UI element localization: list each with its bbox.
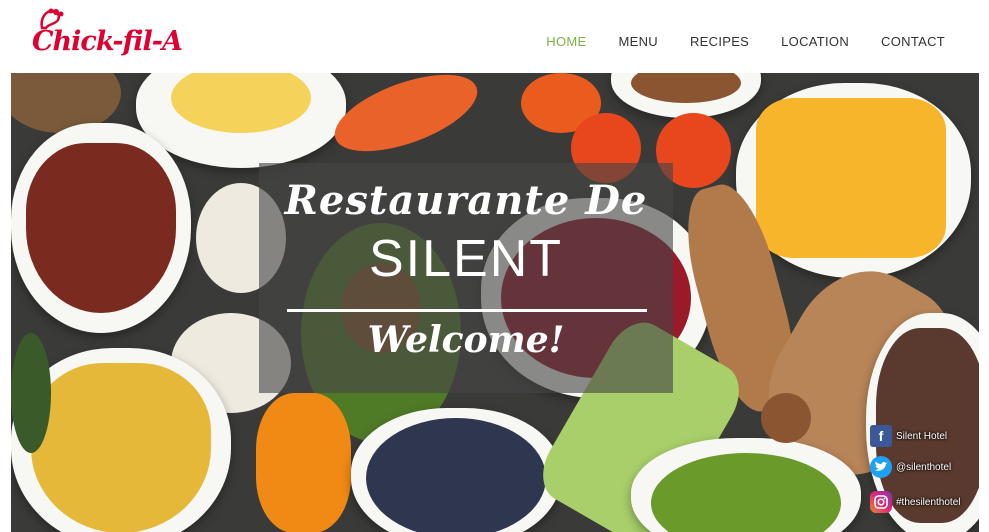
nav-location[interactable]: LOCATION xyxy=(781,34,849,49)
social-instagram-label: #thesilenthotel xyxy=(896,496,961,508)
site-header: Chick-fil-A HOME MENU RECIPES LOCATION C… xyxy=(0,0,989,73)
hero-divider xyxy=(287,309,647,312)
logo-text: Chick-fil-A xyxy=(32,26,183,57)
facebook-icon: f xyxy=(870,425,892,447)
welcome-overlay: Restaurante De SILENT Welcome! xyxy=(259,163,673,393)
twitter-icon xyxy=(870,456,892,478)
social-facebook[interactable]: f Silent Hotel xyxy=(870,424,980,448)
hero-name: SILENT xyxy=(368,230,564,288)
hero-title: Restaurante De xyxy=(284,177,648,224)
social-twitter-label: @silenthotel xyxy=(896,461,952,473)
nav-recipes[interactable]: RECIPES xyxy=(690,34,749,49)
nav-contact[interactable]: CONTACT xyxy=(881,34,945,49)
nav-home[interactable]: HOME xyxy=(546,34,586,49)
nav-menu[interactable]: MENU xyxy=(618,34,657,49)
main-nav: HOME MENU RECIPES LOCATION CONTACT xyxy=(546,34,945,49)
social-instagram[interactable]: #thesilenthotel xyxy=(870,490,980,514)
hero-banner: Restaurante De SILENT Welcome! xyxy=(11,73,979,532)
social-twitter[interactable]: @silenthotel xyxy=(870,455,980,479)
social-facebook-label: Silent Hotel xyxy=(896,430,948,442)
brand-logo[interactable]: Chick-fil-A xyxy=(32,8,183,66)
instagram-icon xyxy=(870,491,892,513)
hero-welcome: Welcome! xyxy=(367,319,565,361)
